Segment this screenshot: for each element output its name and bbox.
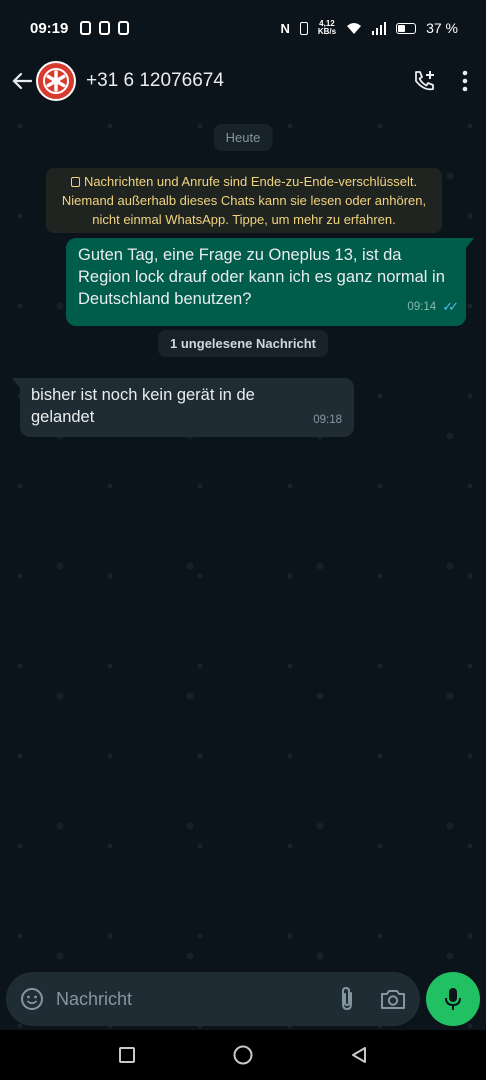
back-arrow-icon[interactable]	[10, 69, 34, 93]
chat-header: +31 6 12076674	[0, 56, 486, 106]
message-input[interactable]	[56, 988, 338, 1010]
notification-icon	[118, 21, 130, 35]
contact-name[interactable]: +31 6 12076674	[86, 70, 224, 92]
voice-message-button[interactable]	[426, 972, 480, 1026]
battery-percent: 37 %	[426, 20, 458, 36]
outgoing-message[interactable]: Guten Tag, eine Frage zu Oneplus 13, ist…	[66, 238, 474, 326]
wifi-icon	[347, 22, 362, 34]
message-composer	[6, 972, 420, 1026]
nfc-icon: N	[280, 20, 290, 36]
signal-icon	[372, 21, 387, 35]
unread-divider: 1 ungelesene Nachricht	[158, 330, 328, 357]
contact-avatar[interactable]	[36, 61, 76, 101]
home-icon[interactable]	[232, 1044, 254, 1066]
message-time: 09:14	[407, 301, 437, 313]
status-bar: 09:19 N 4,12 KB/s 37 %	[0, 0, 486, 56]
message-time: 09:18	[313, 414, 342, 426]
header-actions	[412, 69, 476, 93]
system-nav-bar	[0, 1030, 486, 1080]
encryption-notice[interactable]: Nachrichten und Anrufe sind Ende-zu-Ende…	[46, 168, 442, 233]
lock-icon	[70, 177, 80, 187]
network-speed: 4,12 KB/s	[317, 19, 337, 36]
asterisk-logo-icon	[43, 68, 69, 94]
notification-icons	[80, 21, 130, 35]
notification-icon	[80, 21, 92, 35]
notification-icon	[99, 21, 111, 35]
date-label: Heute	[213, 124, 273, 151]
composer-tools	[338, 986, 406, 1012]
microphone-icon	[445, 988, 461, 1010]
message-text: bisher ist noch kein gerät in de gelande…	[31, 386, 255, 426]
battery-icon	[396, 22, 417, 34]
vibrate-icon	[299, 21, 308, 35]
battery-fill	[398, 24, 405, 32]
back-nav-icon[interactable]	[350, 1046, 368, 1064]
camera-icon[interactable]	[380, 988, 406, 1010]
attach-icon[interactable]	[338, 986, 356, 1012]
recents-icon[interactable]	[118, 1046, 136, 1064]
emoji-icon[interactable]	[20, 987, 44, 1011]
encryption-text: Nachrichten und Anrufe sind Ende-zu-Ende…	[61, 174, 427, 227]
status-time: 09:19	[30, 19, 69, 37]
incoming-message[interactable]: bisher ist noch kein gerät in de gelande…	[12, 378, 354, 437]
chat-area[interactable]: Heute Nachrichten und Anrufe sind Ende-z…	[0, 106, 486, 1030]
more-options-icon[interactable]	[462, 70, 468, 92]
add-call-icon[interactable]	[412, 69, 436, 93]
status-right: N 4,12 KB/s 37 %	[280, 19, 458, 37]
read-receipt-icon: ✓✓	[442, 299, 459, 314]
